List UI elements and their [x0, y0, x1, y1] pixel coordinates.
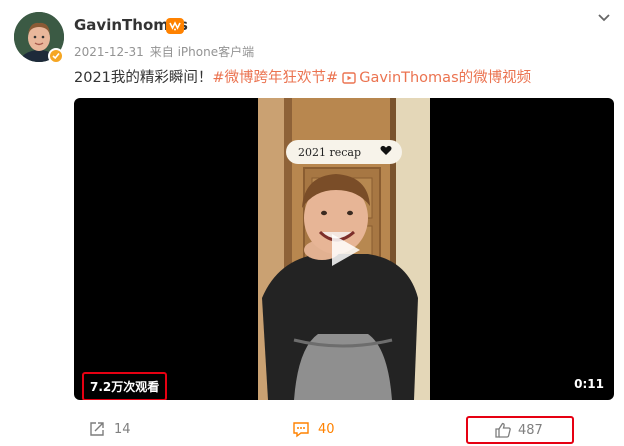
comment-count: 40 [318, 421, 335, 437]
post-text: 2021我的精彩瞬间！#微博跨年狂欢节# GavinThomas的微博视频 [74, 66, 531, 88]
share-count: 14 [114, 421, 131, 437]
comment-button[interactable]: 40 [292, 414, 335, 444]
recap-caption: 2021 recap [286, 140, 402, 164]
video-link[interactable]: GavinThomas的微博视频 [359, 70, 531, 86]
post-meta: 2021-12-31 来自 iPhone客户端 [74, 43, 260, 60]
hashtag-link[interactable]: #微博跨年狂欢节# [212, 70, 338, 86]
chevron-down-icon[interactable] [596, 10, 612, 24]
recap-caption-text: 2021 recap [298, 145, 362, 159]
video-duration: 0:11 [574, 377, 604, 391]
post-body: 2021我的精彩瞬间！ [74, 70, 213, 86]
share-button[interactable]: 14 [88, 414, 131, 444]
comment-icon [293, 422, 309, 438]
like-count: 487 [518, 422, 543, 438]
like-button[interactable]: 487 [466, 416, 574, 444]
vip-badge-icon [166, 18, 184, 34]
verified-icon [48, 48, 64, 64]
heart-icon [380, 145, 392, 159]
post-date[interactable]: 2021-12-31 [74, 45, 144, 59]
share-icon [90, 422, 104, 436]
video-player[interactable]: 2021 recap 7.2万次观看 0:11 [74, 98, 614, 400]
view-count: 7.2万次观看 [82, 372, 168, 400]
thumbs-up-icon [495, 422, 511, 438]
video-link-icon [342, 72, 356, 88]
post-source: 来自 iPhone客户端 [149, 45, 255, 59]
action-bar: 14 40 487 [0, 414, 624, 446]
play-icon[interactable] [324, 230, 364, 270]
